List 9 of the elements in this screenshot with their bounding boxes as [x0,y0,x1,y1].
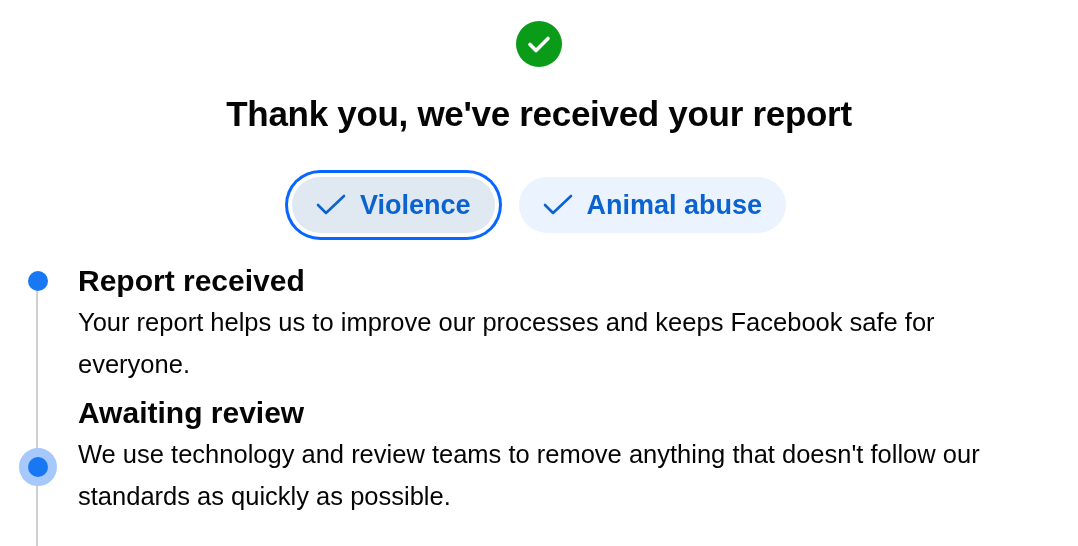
checkmark-icon [542,194,573,216]
confirmation-title: Thank you, we've received your report [226,93,852,135]
step-description: Your report helps us to improve our processes and keeps Facebook safe for everyone. [78,307,936,380]
step-description: We use technology and review teams to remove anything that doesn't follow our standards as quickly as possible. [78,439,981,512]
success-check-icon [516,21,562,67]
checkmark-icon [315,194,346,216]
step-heading: Awaiting review [78,395,306,431]
category-chip[interactable]: Animal abuse [518,177,787,233]
step-heading: Report received [78,263,306,299]
